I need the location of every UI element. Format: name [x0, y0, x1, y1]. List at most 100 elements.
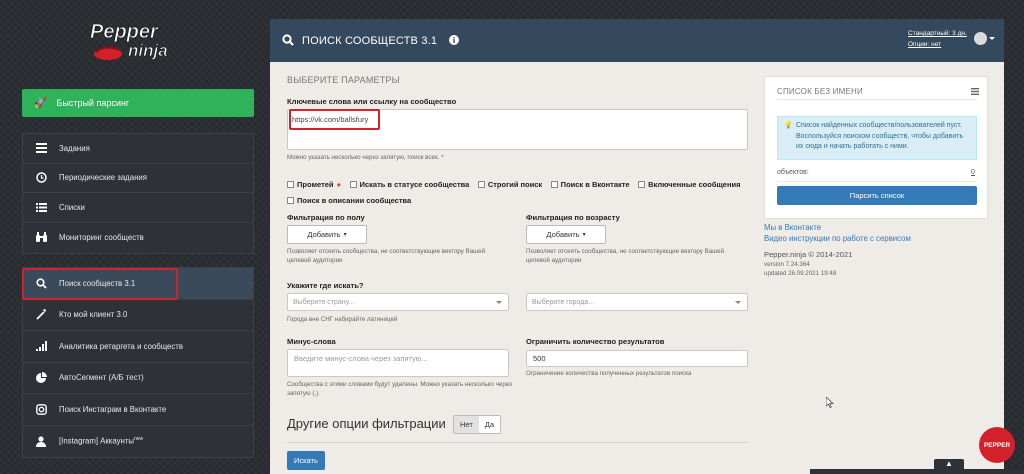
empty-list-info: 💡 Список найденных сообществ/пользовател…	[777, 116, 977, 160]
sidebar-item-label: Списки	[59, 202, 85, 212]
logo-text-pepper: Pepper	[90, 21, 159, 43]
chevron-down-icon[interactable]	[989, 37, 995, 40]
bottom-bar	[810, 469, 1024, 474]
divider	[777, 181, 977, 182]
country-select[interactable]: Выберите страну...	[287, 293, 509, 311]
checkbox-status-search[interactable]: Искать в статусе сообщества	[349, 177, 469, 192]
objects-label: объектов:	[777, 169, 809, 176]
main-panel: ПОИСК СООБЩЕСТВ 3.1 Стандартный: 3 дн. О…	[270, 19, 1004, 474]
checkbox-prometheus[interactable]: Прометей ●	[287, 177, 341, 192]
parse-list-button[interactable]: Парсить список	[777, 186, 977, 205]
clock-icon	[35, 172, 47, 184]
gender-filter-label: Фильтрация по полу	[287, 213, 365, 222]
list-title: СПИСОК БЕЗ ИМЕНИ	[777, 87, 863, 96]
age-add-dropdown[interactable]: Добавить ▾	[526, 225, 606, 244]
limit-value: 500	[533, 354, 546, 363]
checkbox-description-search[interactable]: Поиск в описании сообщества	[287, 193, 411, 208]
user-icon	[35, 435, 47, 447]
sidebar-item-lists[interactable]: Списки	[23, 193, 253, 223]
pepper-ninja-logo[interactable]: Pepper ninja	[86, 16, 196, 66]
logo-text-ninja: ninja	[128, 41, 168, 60]
pepper-chat-badge[interactable]: PEPPER	[979, 427, 1015, 463]
gender-hint: Позволяет отсеять сообщества, не соответ…	[287, 248, 486, 264]
menu-icon[interactable]	[971, 87, 979, 97]
mouse-cursor-icon	[825, 396, 834, 410]
limit-label: Ограничить количество результатов	[526, 337, 665, 346]
sidebar-item-who-client[interactable]: Кто мой клиент 3.0	[23, 300, 253, 331]
country-hint: Города вне СНГ набирайте латиницей	[287, 316, 398, 323]
checkbox-group: Прометей ● Искать в статусе сообщества Ст…	[287, 177, 747, 209]
plan-link[interactable]: Стандартный: 3 дн.	[908, 30, 967, 37]
fast-parse-label: Быстрый парсинг	[56, 98, 130, 108]
minus-words-label: Минус-слова	[287, 337, 336, 346]
vk-link[interactable]: Мы в Вконтакте	[764, 222, 911, 233]
checkbox-messages-enabled[interactable]: Включенные сообщения	[638, 177, 740, 192]
minus-words-hint: Сообщества с этими словами будут удалены…	[287, 381, 512, 397]
divider	[777, 99, 977, 100]
tasks-icon	[35, 142, 47, 154]
list-card: СПИСОК БЕЗ ИМЕНИ 💡 Список найденных сооб…	[764, 76, 988, 219]
sidebar-item-monitoring[interactable]: Мониторинг сообществ	[23, 223, 253, 253]
binoculars-icon	[35, 231, 47, 243]
keywords-hint: Можно указать несколько через запятую, п…	[287, 154, 444, 161]
sidebar-item-instagram-search[interactable]: Поиск Инстаграм в Вконтакте	[23, 394, 253, 426]
highlight-box-keywords	[289, 109, 380, 130]
sidebar-item-autosegment[interactable]: АвтоСегмент (А/Б тест)	[23, 363, 253, 394]
limit-hint: Ограничение количества полученных резуль…	[526, 370, 692, 377]
other-options-toggle: Нет Да	[453, 415, 502, 434]
sidebar-item-periodic[interactable]: Периодические задания	[23, 164, 253, 193]
keywords-label: Ключевые слова или ссылку на сообщество	[287, 97, 457, 106]
sidebar-item-label: АвтоСегмент (А/Б тест)	[59, 373, 144, 383]
sidebar-item-label: Мониторинг сообществ	[59, 232, 144, 242]
caret-down-icon	[496, 300, 502, 304]
sidebar-item-label: Задания	[59, 143, 90, 153]
avatar[interactable]	[974, 32, 987, 45]
sidebar-item-label: [Instagram] Аккаунтыnew	[59, 436, 144, 447]
scroll-up-button[interactable]: ▲	[934, 459, 964, 474]
gender-add-dropdown[interactable]: Добавить ▾	[287, 225, 367, 244]
sidebar-item-instagram-accounts[interactable]: [Instagram] Аккаунтыnew	[23, 426, 253, 458]
video-instructions-link[interactable]: Видео инструкции по работе с сервисом	[764, 233, 911, 244]
search-button[interactable]: Искать	[287, 451, 325, 470]
other-options-title: Другие опции фильтрации	[287, 416, 446, 431]
copyright-text: Pepper.ninja © 2014-2021	[764, 250, 853, 259]
section-title: ВЫБЕРИТЕ ПАРАМЕТРЫ	[287, 75, 400, 85]
main-header: ПОИСК СООБЩЕСТВ 3.1	[270, 19, 1004, 62]
minus-words-input[interactable]: Введите минус-слова через запятую...	[287, 349, 509, 377]
caret-down-icon: ▾	[582, 232, 586, 238]
page-title: ПОИСК СООБЩЕСТВ 3.1	[302, 34, 438, 47]
sidebar-item-label: Периодические задания	[59, 173, 147, 183]
pie-chart-icon	[35, 372, 47, 384]
fast-parse-button[interactable]: 🚀 Быстрый парсинг	[22, 89, 254, 117]
toggle-no-button[interactable]: Нет	[454, 416, 479, 433]
sidebar-item-label: Поиск Инстаграм в Вконтакте	[59, 404, 167, 414]
checkbox-vk-search[interactable]: Поиск в Вконтакте	[550, 177, 630, 192]
list-icon	[35, 201, 47, 213]
age-filter-label: Фильтрация по возрасту	[526, 213, 620, 222]
info-icon[interactable]	[449, 34, 460, 47]
account-info: Стандартный: 3 дн. Опции: нет	[908, 28, 967, 50]
empty-list-info-text: Список найденных сообществ/пользователей…	[796, 122, 964, 150]
toggle-yes-button[interactable]: Да	[478, 416, 501, 433]
sidebar-item-tasks[interactable]: Задания	[23, 134, 253, 164]
city-select[interactable]: Выберите города...	[526, 293, 748, 311]
minus-words-placeholder: Введите минус-слова через запятую...	[294, 354, 428, 363]
rocket-icon: 🚀	[34, 97, 47, 109]
version-text: version 7.24.364	[764, 260, 810, 268]
sidebar-group-tasks: Задания Периодические задания Списки Мон…	[22, 133, 254, 254]
caret-down-icon: ▾	[343, 232, 347, 238]
options-link[interactable]: Опции: нет	[908, 41, 941, 48]
footer-info: Pepper.ninja © 2014-2021 version 7.24.36…	[764, 250, 852, 279]
new-badge: new	[134, 436, 144, 443]
instagram-icon	[35, 403, 47, 415]
checkbox-strict-search[interactable]: Строгий поиск	[477, 177, 542, 192]
age-hint: Позволяет отсеять сообщества, не соответ…	[526, 248, 725, 264]
signal-bars-icon	[35, 340, 47, 352]
sidebar-item-analytics[interactable]: Аналитика ретаргета и сообществ	[23, 331, 253, 363]
right-links: Мы в Вконтакте Видео инструкции по работ…	[764, 222, 911, 244]
divider	[287, 442, 748, 443]
search-icon	[282, 33, 294, 48]
limit-input[interactable]: 500	[526, 350, 748, 367]
where-label: Укажите где искать?	[287, 281, 364, 290]
fire-icon: ●	[336, 180, 342, 189]
